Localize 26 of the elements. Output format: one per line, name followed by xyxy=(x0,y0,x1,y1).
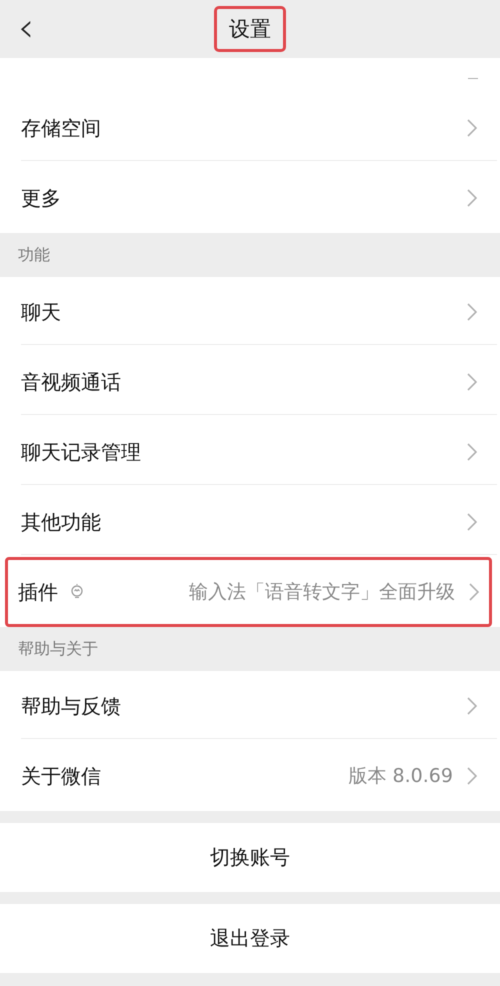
settings-row[interactable]: 更多 xyxy=(0,163,500,233)
detail-text: 版本 8.0.69 xyxy=(348,764,453,789)
chevron-icon xyxy=(467,119,477,137)
settings-row[interactable]: 关于微信 版本 8.0.69 xyxy=(0,741,500,811)
action-button[interactable]: 切换账号 xyxy=(0,823,500,892)
detail-text: 输入法「语音转文字」全面升级 xyxy=(189,580,455,605)
settings-row[interactable]: 音视频通话 xyxy=(0,347,500,417)
chevron-icon xyxy=(467,443,477,461)
section-label: 帮助与关于 xyxy=(18,638,98,660)
section-label: 功能 xyxy=(18,244,50,266)
action-button[interactable]: 退出登录 xyxy=(0,904,500,973)
back-button[interactable]: ‹ xyxy=(12,8,40,48)
settings-row[interactable]: 插件 输入法「语音转文字」全面升级 xyxy=(5,557,492,627)
chevron-icon xyxy=(467,303,477,321)
settings-row[interactable]: 帮助与反馈 xyxy=(0,671,500,741)
settings-row[interactable]: 聊天记录管理 xyxy=(0,417,500,487)
settings-row[interactable]: 其他功能 xyxy=(0,487,500,557)
chevron-icon xyxy=(467,697,477,715)
settings-row[interactable]: 存储空间 xyxy=(0,93,500,163)
chevron-icon xyxy=(467,189,477,207)
chevron-icon xyxy=(469,583,479,601)
chevron-icon xyxy=(467,513,477,531)
settings-row[interactable]: 聊天 xyxy=(0,277,500,347)
chevron-icon xyxy=(467,767,477,785)
page-title: 设置 xyxy=(214,6,286,52)
chevron-icon xyxy=(467,373,477,391)
